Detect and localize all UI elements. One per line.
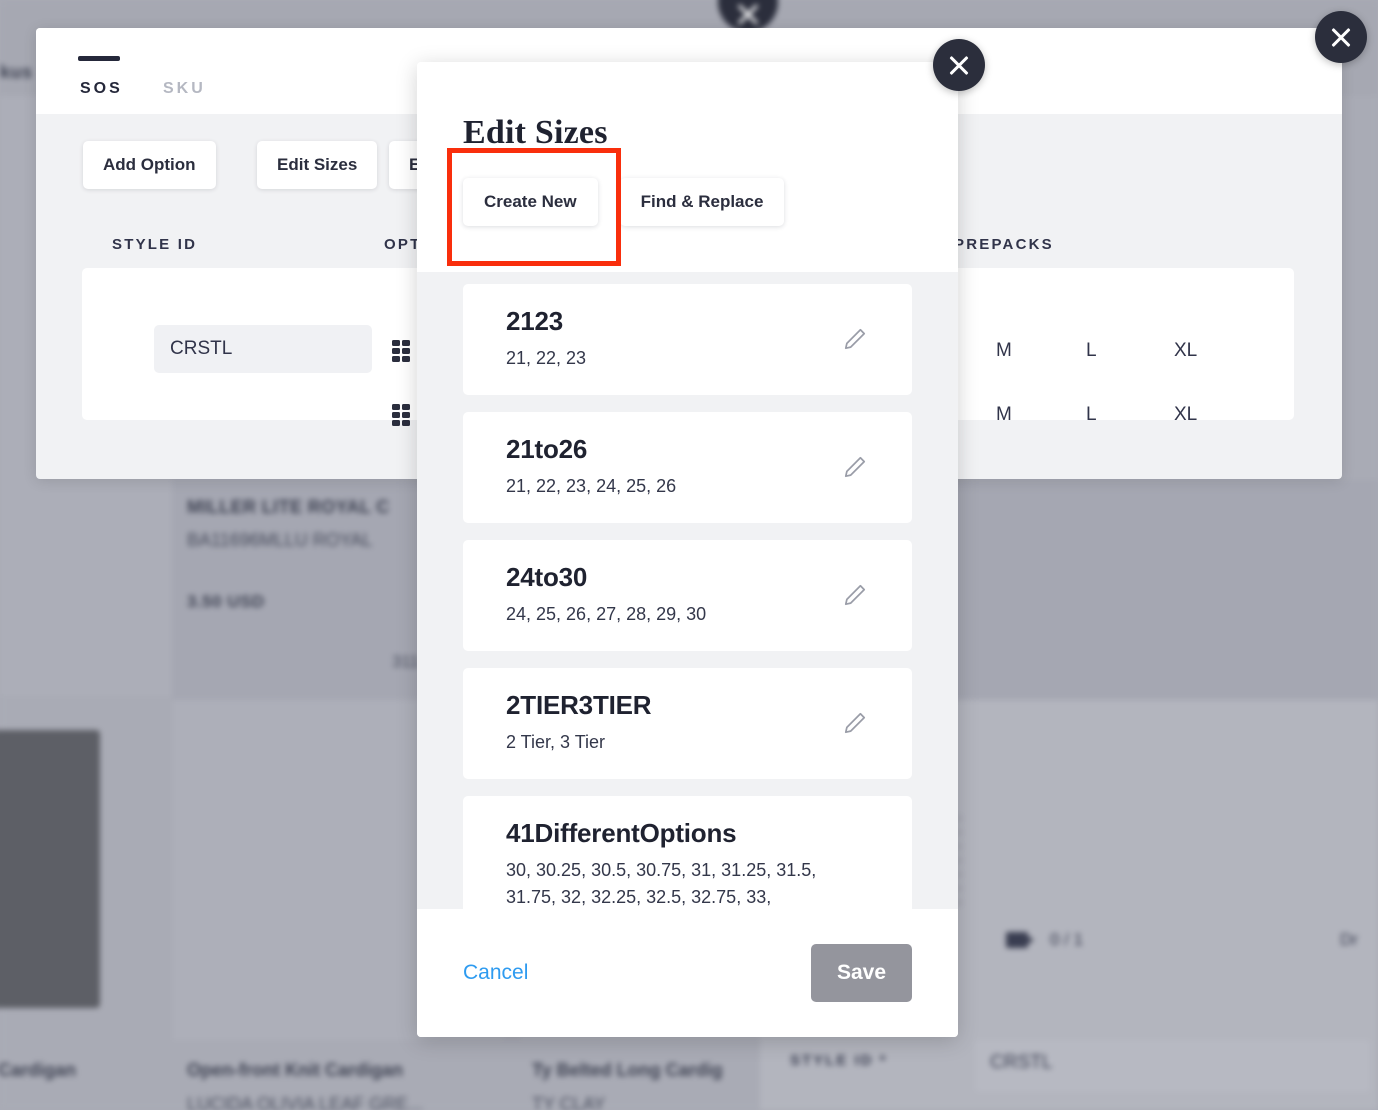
size-group-values: 21, 22, 23 xyxy=(506,348,587,368)
background-dr-text: Dr xyxy=(1340,930,1358,949)
tab-sku[interactable]: SKU xyxy=(163,80,206,98)
size-group-name: 41DifferentOptions xyxy=(506,817,737,848)
video-icon xyxy=(1006,932,1034,948)
list-item[interactable]: 24to30 24, 25, 26, 27, 28, 29, 30 xyxy=(463,539,912,651)
size-cell-r1-xl: XL xyxy=(1174,340,1198,361)
size-group-name: 24to30 xyxy=(506,561,588,592)
background-product-thumb-1 xyxy=(0,730,100,1008)
background-card-title-2: Open-front Knit Cardigan xyxy=(187,1060,403,1080)
mode-button-row: Create New Find & Replace xyxy=(463,178,958,226)
column-header-style-id: STYLE ID xyxy=(112,236,198,253)
close-icon-modal[interactable] xyxy=(933,39,985,91)
background-style-id-value: CRSTL xyxy=(990,1052,1053,1073)
background-video-count: 0 / 1 xyxy=(1050,930,1084,949)
pencil-icon[interactable] xyxy=(842,454,868,480)
style-id-input[interactable] xyxy=(154,325,372,373)
add-option-button[interactable]: Add Option xyxy=(83,141,216,189)
list-item[interactable]: 2TIER3TIER 2 Tier, 3 Tier xyxy=(463,667,912,779)
background-card-sub-3: TY CLAY xyxy=(532,1094,606,1110)
background-product-price: 3.50 USD xyxy=(187,592,265,611)
size-cell-r2-l: L xyxy=(1086,404,1097,425)
pencil-icon[interactable] xyxy=(842,326,868,352)
size-group-values: 30, 30.25, 30.5, 30.75, 31, 31.25, 31.5,… xyxy=(506,859,817,908)
create-new-button[interactable]: Create New xyxy=(463,178,598,226)
background-card-title-3: Ty Belted Long Cardig xyxy=(532,1060,723,1080)
background-style-id-label: STYLE ID * xyxy=(790,1052,888,1069)
column-header-prepacks: PREPACKS xyxy=(954,236,1054,253)
active-tab-indicator xyxy=(78,56,120,61)
save-button[interactable]: Save xyxy=(811,944,912,1002)
size-cell-r1-l: L xyxy=(1086,340,1097,361)
size-group-name: 2123 xyxy=(506,306,564,336)
tab-sos[interactable]: SOS xyxy=(80,80,123,98)
background-product-title: MILLER LITE ROYAL C xyxy=(187,497,390,517)
size-group-values: 2 Tier, 3 Tier xyxy=(506,731,606,752)
pencil-icon[interactable] xyxy=(842,582,868,608)
list-item[interactable]: 41DifferentOptions 30, 30.25, 30.5, 30.7… xyxy=(463,795,912,909)
drag-handle-icon-row-2[interactable] xyxy=(392,404,412,426)
size-group-values: 21, 22, 23, 24, 25, 26 xyxy=(506,475,677,496)
background-product-sku: BA11696MLLU ROYAL xyxy=(187,530,373,550)
background-product-quantity: 311 xyxy=(392,652,420,671)
edit-sizes-button[interactable]: Edit Sizes xyxy=(257,141,378,189)
size-cell-r1-m: M xyxy=(996,340,1012,361)
size-group-name: 2TIER3TIER xyxy=(506,689,652,720)
size-group-list[interactable]: 2123 21, 22, 23 21to26 21, 22, 23, 24, 2… xyxy=(417,272,958,909)
cancel-button[interactable]: Cancel xyxy=(463,961,528,985)
pencil-icon[interactable] xyxy=(842,710,868,736)
screen: kus MILLER LITE ROYAL C BA11696MLLU ROYA… xyxy=(0,0,1378,1110)
background-card-sub-2: LUCIDA OLIVIA LEAF GRE... xyxy=(187,1094,424,1110)
modal-footer: Cancel Save xyxy=(417,909,958,1037)
list-item[interactable]: 2123 21, 22, 23 xyxy=(463,284,912,395)
background-dashed-divider xyxy=(958,815,961,910)
close-icon-outer[interactable] xyxy=(1315,11,1367,63)
edit-sizes-modal: Edit Sizes Create New Find & Replace 212… xyxy=(417,62,958,1037)
size-cell-r2-m: M xyxy=(996,404,1012,425)
background-breadcrumb-fragment: kus xyxy=(0,62,33,82)
list-item[interactable]: 21to26 21, 22, 23, 24, 25, 26 xyxy=(463,411,912,523)
background-card-title-1: Cardigan xyxy=(0,1060,77,1080)
drag-handle-icon-row-1[interactable] xyxy=(392,340,412,362)
column-header-options: OPT xyxy=(384,236,422,253)
page-title: Edit Sizes xyxy=(463,114,608,151)
size-cell-r2-xl: XL xyxy=(1174,404,1198,425)
find-and-replace-button[interactable]: Find & Replace xyxy=(619,178,785,226)
size-group-name: 21to26 xyxy=(506,433,588,464)
size-group-values: 24, 25, 26, 27, 28, 29, 30 xyxy=(506,603,707,624)
modal-header: Edit Sizes Create New Find & Replace xyxy=(417,62,958,272)
